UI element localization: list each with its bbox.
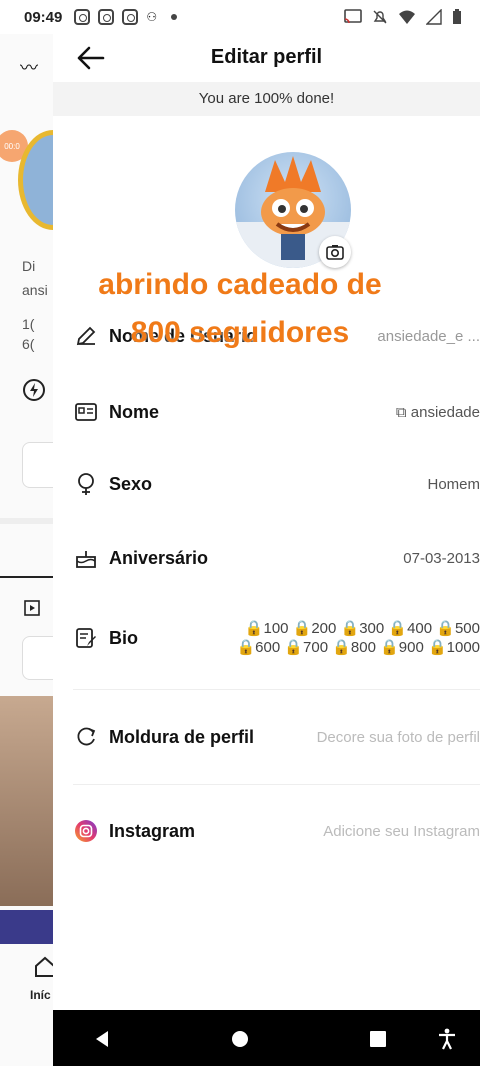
system-icons xyxy=(344,9,462,25)
overlay-caption: 800 seguidores xyxy=(130,316,350,349)
profile-frame-row[interactable]: Moldura de perfil Decore sua foto de per… xyxy=(73,713,480,761)
instagram-icon xyxy=(73,818,99,844)
background-profile-page: 〰 00:0 Di ansi 1( 6( Iníc xyxy=(0,34,60,1066)
mute-icon xyxy=(373,10,387,24)
profile-frame-value: Decore sua foto de perfil xyxy=(316,728,480,746)
bio-value: 🔒100 🔒200 🔒300 🔒400 🔒500 🔒600 🔒700 🔒800 … xyxy=(236,619,480,657)
home-tab-label: Iníc xyxy=(30,988,51,1002)
tab-indicator xyxy=(0,576,60,578)
gender-icon xyxy=(73,471,99,497)
edit-profile-panel: Editar perfil You are 100% done! Nome de… xyxy=(53,34,480,1010)
status-time: 09:49 xyxy=(24,8,63,26)
birthday-row[interactable]: Aniversário 07-03-2013 xyxy=(73,534,480,582)
app-logo-icon: 〰 xyxy=(20,58,38,78)
instagram-notification-icon xyxy=(74,9,91,25)
video-thumbnail[interactable] xyxy=(0,696,60,906)
instagram-label: Instagram xyxy=(109,820,196,841)
nav-back-icon[interactable] xyxy=(93,1030,111,1048)
birthday-label: Aniversário xyxy=(109,547,209,568)
bio-row[interactable]: Bio 🔒100 🔒200 🔒300 🔒400 🔒500 🔒600 🔒700 🔒… xyxy=(73,614,480,662)
name-row[interactable]: Nome ⧉ ansiedade xyxy=(73,388,480,436)
more-notifications-icon xyxy=(171,14,178,20)
page-title: Editar perfil xyxy=(210,46,323,68)
instagram-value: Adicione seu Instagram xyxy=(323,822,480,840)
name-label: Nome xyxy=(109,401,160,422)
bio-label: Bio xyxy=(109,627,138,648)
name-value-text: ansiedade xyxy=(410,403,480,421)
battery-icon xyxy=(453,9,461,24)
screen: 09:49 ⚇ 〰 00:0 Di ansi 1( 6(Iníc Editar… xyxy=(0,0,480,1066)
system-nav-bar xyxy=(53,1010,480,1066)
gender-row[interactable]: Sexo Homem xyxy=(73,460,480,508)
video-thumbnail[interactable] xyxy=(0,910,60,944)
lightning-icon[interactable] xyxy=(22,378,46,402)
id-card-icon xyxy=(73,399,99,425)
completion-banner: You are 100% done! xyxy=(53,82,480,116)
nav-home-icon[interactable] xyxy=(231,1030,249,1048)
app-notification-icon: ⚇ xyxy=(146,10,158,24)
nav-recents-icon[interactable] xyxy=(369,1030,387,1048)
copy-icon: ⧉ xyxy=(395,403,407,421)
name-value: ⧉ ansiedade xyxy=(396,404,480,421)
cake-icon xyxy=(73,545,99,571)
divider xyxy=(73,784,480,785)
birthday-value: 07-03-2013 xyxy=(403,549,480,567)
video-list-icon[interactable] xyxy=(24,600,40,616)
refresh-circle-icon xyxy=(73,724,99,750)
change-photo-button[interactable] xyxy=(319,236,351,268)
status-bar: 09:49 ⚇ xyxy=(0,0,480,34)
gender-value: Homem xyxy=(427,475,480,493)
bio-line: 🔒100 🔒200 🔒300 🔒400 🔒500 xyxy=(244,620,480,637)
overlay-caption: abrindo cadeado de xyxy=(98,268,382,301)
divider xyxy=(73,689,480,690)
camera-icon xyxy=(326,245,344,260)
edit-document-icon xyxy=(73,625,99,651)
header: Editar perfil xyxy=(53,34,480,82)
instagram-notification-icon xyxy=(98,9,115,25)
cast-icon xyxy=(344,9,362,24)
wifi-icon xyxy=(399,10,415,24)
notification-icons: ⚇ xyxy=(74,9,178,25)
instagram-notification-icon xyxy=(122,9,139,25)
accessibility-icon[interactable] xyxy=(437,1028,457,1050)
profile-avatar[interactable] xyxy=(235,152,351,268)
signal-icon xyxy=(426,9,442,25)
gender-label: Sexo xyxy=(109,473,153,494)
profile-frame-label: Moldura de perfil xyxy=(109,726,255,747)
instagram-row[interactable]: Instagram Adicione seu Instagram xyxy=(73,807,480,855)
bio-line: 🔒600 🔒700 🔒800 🔒900 🔒1000 xyxy=(236,639,480,656)
divider xyxy=(0,518,60,524)
